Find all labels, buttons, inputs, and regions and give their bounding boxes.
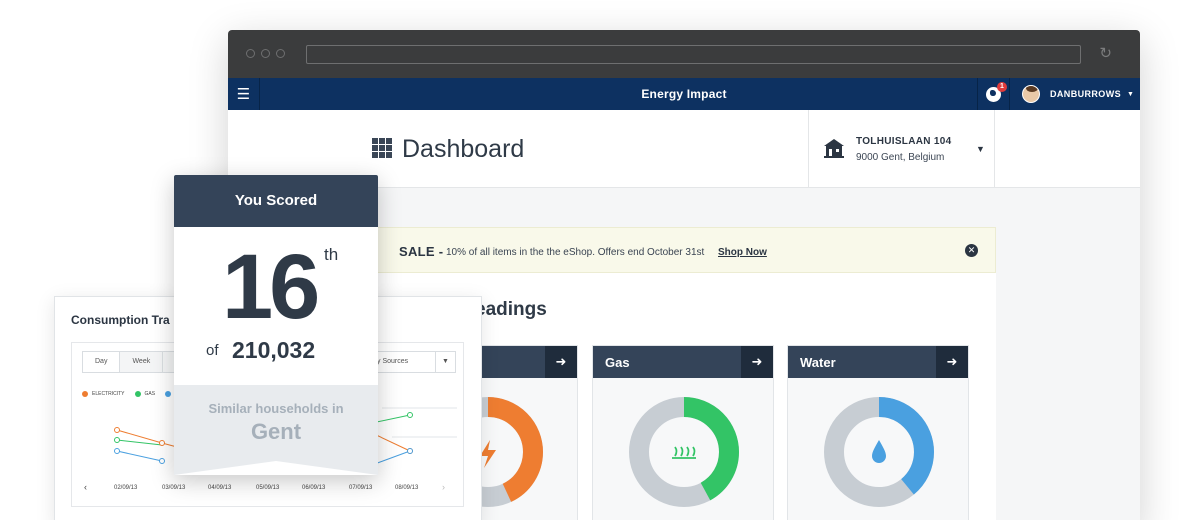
chevron-down-icon: ▼ [435,352,455,372]
address-bar[interactable] [306,45,1081,64]
chevron-right-icon[interactable]: › [442,482,445,492]
address-selector[interactable]: TOLHUISLAAN 104 9000 Gent, Belgium [808,110,995,188]
chart-point [114,437,120,443]
window-maximize-dot[interactable] [276,49,285,58]
score-heading: You Scored [174,175,378,227]
app-header: ☰ Energy Impact 1 DANBURROWS ▼ [228,78,1140,110]
legend-electricity: ELECTRICITY [92,391,125,397]
reading-card-gas[interactable]: Gas ➜ [592,345,774,520]
reading-card-water[interactable]: Water ➜ [787,345,969,520]
sale-text: 10% of all items in the the eShop. Offer… [446,247,705,258]
card-title: Gas [605,355,630,370]
water-donut [824,397,934,507]
chart-point [114,448,120,454]
ribbon-notch [174,461,378,475]
sale-label: SALE - [399,244,444,259]
score-rank: 16 [222,236,320,338]
window-minimize-dot[interactable] [261,49,270,58]
page-title: Dashboard [402,135,525,163]
house-icon [824,139,844,158]
chart-legend: ELECTRICITY GAS [82,391,175,397]
chevron-down-icon: ▼ [1127,90,1135,98]
period-day[interactable]: Day [83,352,121,372]
lightning-icon [480,440,496,468]
source-select[interactable]: y Sources ▼ [370,351,456,373]
date-label: 04/09/13 [208,485,232,491]
arrow-right-icon[interactable]: ➜ [545,346,577,378]
score-card: You Scored 16 th of 210,032 Similar hous… [174,175,378,475]
dashboard-grid-icon [372,138,392,158]
window-close-dot[interactable] [246,49,255,58]
water-drop-icon [872,440,886,463]
score-rank-suffix: th [324,245,339,264]
shop-now-link[interactable]: Shop Now [718,247,767,258]
gas-donut [629,397,739,507]
date-axis: ‹ 02/09/13 03/09/13 04/09/13 05/09/13 06… [82,482,457,497]
date-label: 03/09/13 [162,485,186,491]
arrow-right-icon[interactable]: ➜ [936,346,968,378]
date-label: 07/09/13 [349,485,373,491]
marketing-screenshot: ↻ ☰ Energy Impact 1 DANBURROWS ▼ Dashboa… [0,0,1191,520]
avatar [1022,85,1040,103]
comparison-city: Gent [250,419,302,444]
date-label: 05/09/13 [256,485,280,491]
legend-gas-dot [134,391,141,397]
sale-banner: SALE - 10% of all items in the the eShop… [376,227,996,273]
username: DANBURROWS [1050,89,1121,99]
notifications-button[interactable]: 1 [977,78,1010,110]
legend-water-dot [165,391,172,397]
chart-point [407,448,413,454]
chart-point [407,412,413,418]
source-select-value: y Sources [377,358,409,365]
notification-badge: 1 [997,82,1007,92]
flame-icon [672,446,696,459]
chart-point [159,440,165,446]
address-street: TOLHUISLAAN 104 [856,136,952,147]
address-city: 9000 Gent, Belgium [856,152,945,163]
date-label: 06/09/13 [302,485,326,491]
close-icon[interactable]: ✕ [965,244,978,257]
arrow-right-icon[interactable]: ➜ [741,346,773,378]
score-of-label: of [206,342,219,359]
consumption-title: Consumption Tra [71,313,170,327]
date-label: 02/09/13 [114,485,138,491]
readings-title: eadings [475,299,547,320]
legend-gas: GAS [144,391,156,397]
browser-chrome: ↻ [228,30,1140,78]
chevron-left-icon[interactable]: ‹ [84,482,87,492]
user-menu[interactable]: DANBURROWS ▼ [1022,78,1134,110]
comparison-label: Similar households in [208,401,344,416]
card-title: Water [800,355,836,370]
chart-point [159,458,165,464]
reload-icon[interactable]: ↻ [1099,44,1112,62]
date-label: 08/09/13 [395,485,419,491]
water-line [116,450,163,462]
period-week[interactable]: Week [120,352,164,372]
legend-electricity-dot [82,391,88,397]
score-total: 210,032 [232,337,316,363]
address-dropdown-icon[interactable]: ▼ [976,144,985,154]
chart-point [114,427,120,433]
